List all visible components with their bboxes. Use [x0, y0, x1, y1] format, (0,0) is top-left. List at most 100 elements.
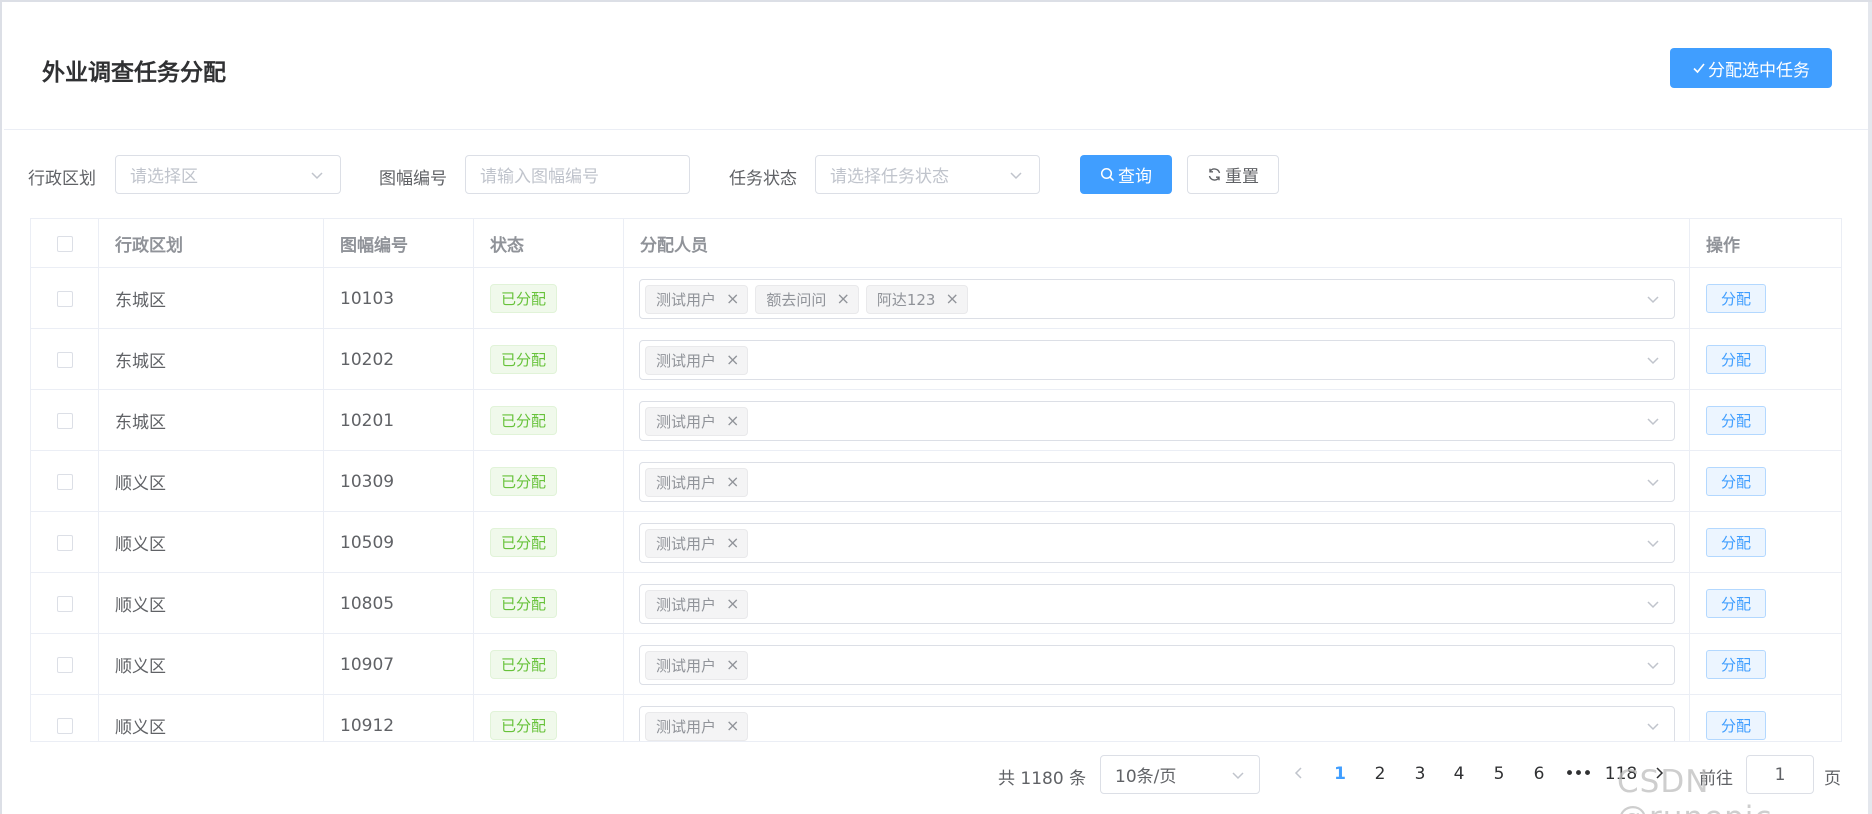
row-checkbox[interactable] [56, 656, 73, 673]
cell-status: 已分配 [474, 451, 624, 512]
assign-selected-button[interactable]: 分配选中任务 [1670, 48, 1832, 88]
page-number-2[interactable]: 2 [1365, 764, 1395, 784]
assignee-multi-select[interactable]: 测试用户 × 额去问问 × 阿达123 × [639, 279, 1675, 319]
table-row: 东城区 10202 已分配 测试用户 × 分配 [31, 329, 1841, 390]
status-select[interactable]: 请选择任务状态 [815, 155, 1040, 194]
district-select[interactable]: 请选择区 [115, 155, 341, 194]
assign-button[interactable]: 分配 [1706, 650, 1766, 679]
prev-page-icon[interactable] [1292, 766, 1306, 780]
page-number-3[interactable]: 3 [1405, 764, 1435, 784]
assignee-multi-select[interactable]: 测试用户 × [639, 706, 1675, 741]
assign-button[interactable]: 分配 [1706, 589, 1766, 618]
close-icon[interactable]: × [726, 291, 739, 307]
row-checkbox[interactable] [56, 595, 73, 612]
cell-sheet-number: 10509 [324, 512, 474, 573]
table-row: 顺义区 10509 已分配 测试用户 × 分配 [31, 512, 1841, 573]
select-all-checkbox[interactable] [56, 235, 73, 252]
assign-button[interactable]: 分配 [1706, 528, 1766, 557]
table-row: 东城区 10201 已分配 测试用户 × 分配 [31, 390, 1841, 451]
cell-actions: 分配 [1690, 268, 1841, 329]
district-filter-label: 行政区划 [28, 169, 96, 189]
assignee-multi-select[interactable]: 测试用户 × [639, 462, 1675, 502]
column-header-district: 行政区划 [99, 219, 324, 268]
assignee-multi-select[interactable]: 测试用户 × [639, 584, 1675, 624]
chevron-down-icon [311, 172, 323, 180]
page-number-6[interactable]: 6 [1524, 764, 1554, 784]
assignee-name: 额去问问 [766, 290, 827, 309]
row-checkbox[interactable] [56, 534, 73, 551]
reset-button[interactable]: 重置 [1187, 155, 1279, 194]
cell-status: 已分配 [474, 573, 624, 634]
assignee-tag: 测试用户 × [645, 467, 749, 497]
page-number-4[interactable]: 4 [1444, 764, 1474, 784]
assign-button[interactable]: 分配 [1706, 467, 1766, 496]
assignee-multi-select[interactable]: 测试用户 × [639, 523, 1675, 563]
row-checkbox[interactable] [56, 290, 73, 307]
header-select-cell [31, 219, 99, 268]
page-size-value: 10条/页 [1115, 767, 1177, 787]
cell-district: 顺义区 [99, 634, 324, 695]
row-select-cell [31, 451, 99, 512]
cell-assignees: 测试用户 × [624, 695, 1690, 741]
row-select-cell [31, 329, 99, 390]
assignee-multi-select[interactable]: 测试用户 × [639, 645, 1675, 685]
page-number-1[interactable]: 1 [1325, 764, 1355, 784]
close-icon[interactable]: × [726, 535, 739, 551]
cell-district: 东城区 [99, 390, 324, 451]
close-icon[interactable]: × [726, 413, 739, 429]
cell-sheet-number: 10201 [324, 390, 474, 451]
table-row: 东城区 10103 已分配 测试用户 × 额去问问 × 阿达123 × 分配 [31, 268, 1841, 329]
cell-sheet-number: 10805 [324, 573, 474, 634]
refresh-icon [1208, 168, 1221, 181]
query-button[interactable]: 查询 [1080, 155, 1172, 194]
pagination-ellipsis[interactable]: ••• [1563, 764, 1593, 784]
assignee-name: 测试用户 [656, 351, 717, 370]
close-icon[interactable]: × [726, 718, 739, 734]
row-checkbox[interactable] [56, 717, 73, 734]
cell-sheet-number: 10202 [324, 329, 474, 390]
assignee-tag: 测试用户 × [645, 711, 749, 741]
column-header-status: 状态 [474, 219, 624, 268]
window-edge [1868, 2, 1872, 814]
close-icon[interactable]: × [945, 291, 958, 307]
assign-button[interactable]: 分配 [1706, 345, 1766, 374]
row-checkbox[interactable] [56, 473, 73, 490]
status-badge: 已分配 [490, 650, 558, 679]
row-select-cell [31, 512, 99, 573]
cell-status: 已分配 [474, 634, 624, 695]
assignee-multi-select[interactable]: 测试用户 × [639, 340, 1675, 380]
row-select-cell [31, 390, 99, 451]
close-icon[interactable]: × [726, 657, 739, 673]
status-badge: 已分配 [490, 589, 558, 618]
table-row: 顺义区 10907 已分配 测试用户 × 分配 [31, 634, 1841, 695]
assign-button[interactable]: 分配 [1706, 284, 1766, 313]
close-icon[interactable]: × [726, 596, 739, 612]
task-table: 行政区划 图幅编号 状态 分配人员 操作 东城区 10103 已分配 测试用户 × 额去问… [30, 218, 1842, 742]
chevron-down-icon [1647, 601, 1659, 609]
assign-button[interactable]: 分配 [1706, 711, 1766, 740]
cell-assignees: 测试用户 × [624, 329, 1690, 390]
sheet-number-input[interactable]: 请输入图幅编号 [465, 155, 690, 194]
cell-status: 已分配 [474, 695, 624, 741]
chevron-down-icon [1647, 662, 1659, 670]
watermark: CSDN @runepic [1617, 764, 1771, 814]
page-number-5[interactable]: 5 [1484, 764, 1514, 784]
table-row: 顺义区 10805 已分配 测试用户 × 分配 [31, 573, 1841, 634]
cell-status: 已分配 [474, 329, 624, 390]
assign-button[interactable]: 分配 [1706, 406, 1766, 435]
cell-actions: 分配 [1690, 329, 1841, 390]
row-select-cell [31, 634, 99, 695]
cell-sheet-number: 10103 [324, 268, 474, 329]
row-checkbox[interactable] [56, 412, 73, 429]
cell-district: 顺义区 [99, 573, 324, 634]
cell-sheet-number: 10309 [324, 451, 474, 512]
assignee-multi-select[interactable]: 测试用户 × [639, 401, 1675, 441]
pagination: 共 1180 条 10条/页 123456 ••• 118 前往 1 页 [2, 754, 1872, 794]
close-icon[interactable]: × [836, 291, 849, 307]
page-size-select[interactable]: 10条/页 [1100, 755, 1260, 794]
assignee-tag: 测试用户 × [645, 589, 749, 619]
row-checkbox[interactable] [56, 351, 73, 368]
district-select-placeholder: 请选择区 [130, 167, 198, 187]
close-icon[interactable]: × [726, 474, 739, 490]
close-icon[interactable]: × [726, 352, 739, 368]
